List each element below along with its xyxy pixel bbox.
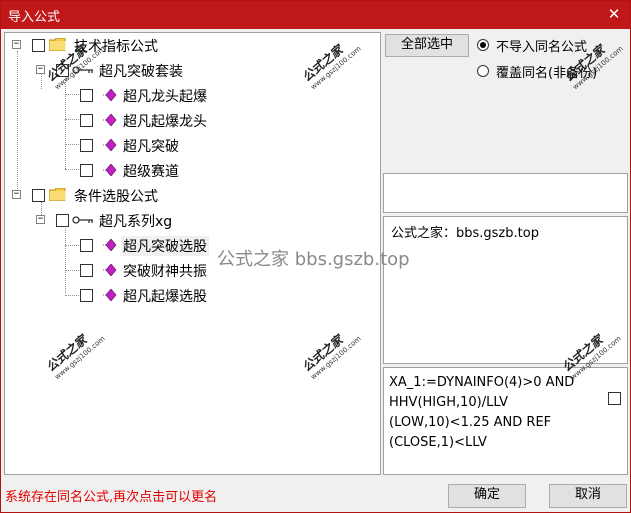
radio-skip-same-name[interactable] <box>477 39 489 51</box>
item-checkbox[interactable] <box>80 264 93 277</box>
key-icon <box>72 216 93 224</box>
tree-item[interactable]: 超级赛道 <box>5 159 375 181</box>
cond-root-label: 条件选股公式 <box>74 189 158 205</box>
overlay-watermark-text: 公式之家 bbs.gszb.top <box>217 249 410 270</box>
formula-diamond-icon <box>103 239 117 251</box>
formula-diamond-icon <box>103 164 117 176</box>
radio-skip-label: 不导入同名公式 <box>496 40 588 55</box>
tech-group-label: 超凡突破套装 <box>99 64 183 80</box>
cond-root-checkbox[interactable] <box>32 189 45 202</box>
formula-checkbox[interactable] <box>608 392 621 405</box>
item-checkbox[interactable] <box>80 114 93 127</box>
formula-diamond-icon <box>103 89 117 101</box>
formula-text: XA_1:=DYNAINFO(4)>0 AND HHV(HIGH,10)/LLV… <box>389 375 575 450</box>
formula-preview[interactable]: XA_1:=DYNAINFO(4)>0 AND HHV(HIGH,10)/LLV… <box>383 367 628 475</box>
collapse-icon[interactable]: − <box>12 190 21 199</box>
item-label: 超凡突破 <box>123 139 179 155</box>
tree-item[interactable]: 超凡起爆龙头 <box>5 109 375 131</box>
import-formula-dialog: 导入公式 ✕ − 技术指标公式 − 超凡突破套装 超凡龙头起爆 超凡起爆龙头 超… <box>0 0 631 513</box>
folder-icon <box>49 38 66 51</box>
item-label: 超凡突破选股 <box>121 236 209 256</box>
item-checkbox[interactable] <box>80 139 93 152</box>
item-checkbox[interactable] <box>80 239 93 252</box>
item-checkbox[interactable] <box>80 289 93 302</box>
window-title: 导入公式 <box>8 10 61 25</box>
item-label: 超级赛道 <box>123 164 179 180</box>
radio-overwrite-same-name[interactable] <box>477 65 489 77</box>
tree-node-cond-root[interactable]: − 条件选股公式 <box>5 184 375 206</box>
tech-root-checkbox[interactable] <box>32 39 45 52</box>
item-label: 超凡龙头起爆 <box>123 89 207 105</box>
tree-node-cond-group[interactable]: − 超凡系列xg <box>5 209 375 231</box>
folder-icon <box>49 188 66 201</box>
item-label: 超凡起爆选股 <box>123 289 207 305</box>
close-icon[interactable]: ✕ <box>604 4 624 24</box>
formula-diamond-icon <box>103 289 117 301</box>
cond-group-label: 超凡系列xg <box>99 214 173 230</box>
select-all-button[interactable]: 全部选中 <box>385 34 469 57</box>
cond-group-checkbox[interactable] <box>56 214 69 227</box>
formula-diamond-icon <box>103 139 117 151</box>
title-bar: 导入公式 ✕ <box>1 1 630 29</box>
tree-item[interactable]: 超凡起爆选股 <box>5 284 375 306</box>
formula-diamond-icon <box>103 114 117 126</box>
ok-button[interactable]: 确定 <box>448 484 526 508</box>
description-box <box>383 173 628 213</box>
item-label: 超凡起爆龙头 <box>123 114 207 130</box>
status-message: 系统存在同名公式,再次点击可以更名 <box>5 490 218 505</box>
item-checkbox[interactable] <box>80 89 93 102</box>
item-checkbox[interactable] <box>80 164 93 177</box>
cancel-button[interactable]: 取消 <box>549 484 627 508</box>
item-label: 突破财神共振 <box>123 264 207 280</box>
formula-diamond-icon <box>103 264 117 276</box>
collapse-icon[interactable]: − <box>12 40 21 49</box>
info-text: 公式之家：bbs.gszb.top <box>391 226 539 241</box>
collapse-icon[interactable]: − <box>36 215 45 224</box>
tree-item[interactable]: 超凡突破 <box>5 134 375 156</box>
